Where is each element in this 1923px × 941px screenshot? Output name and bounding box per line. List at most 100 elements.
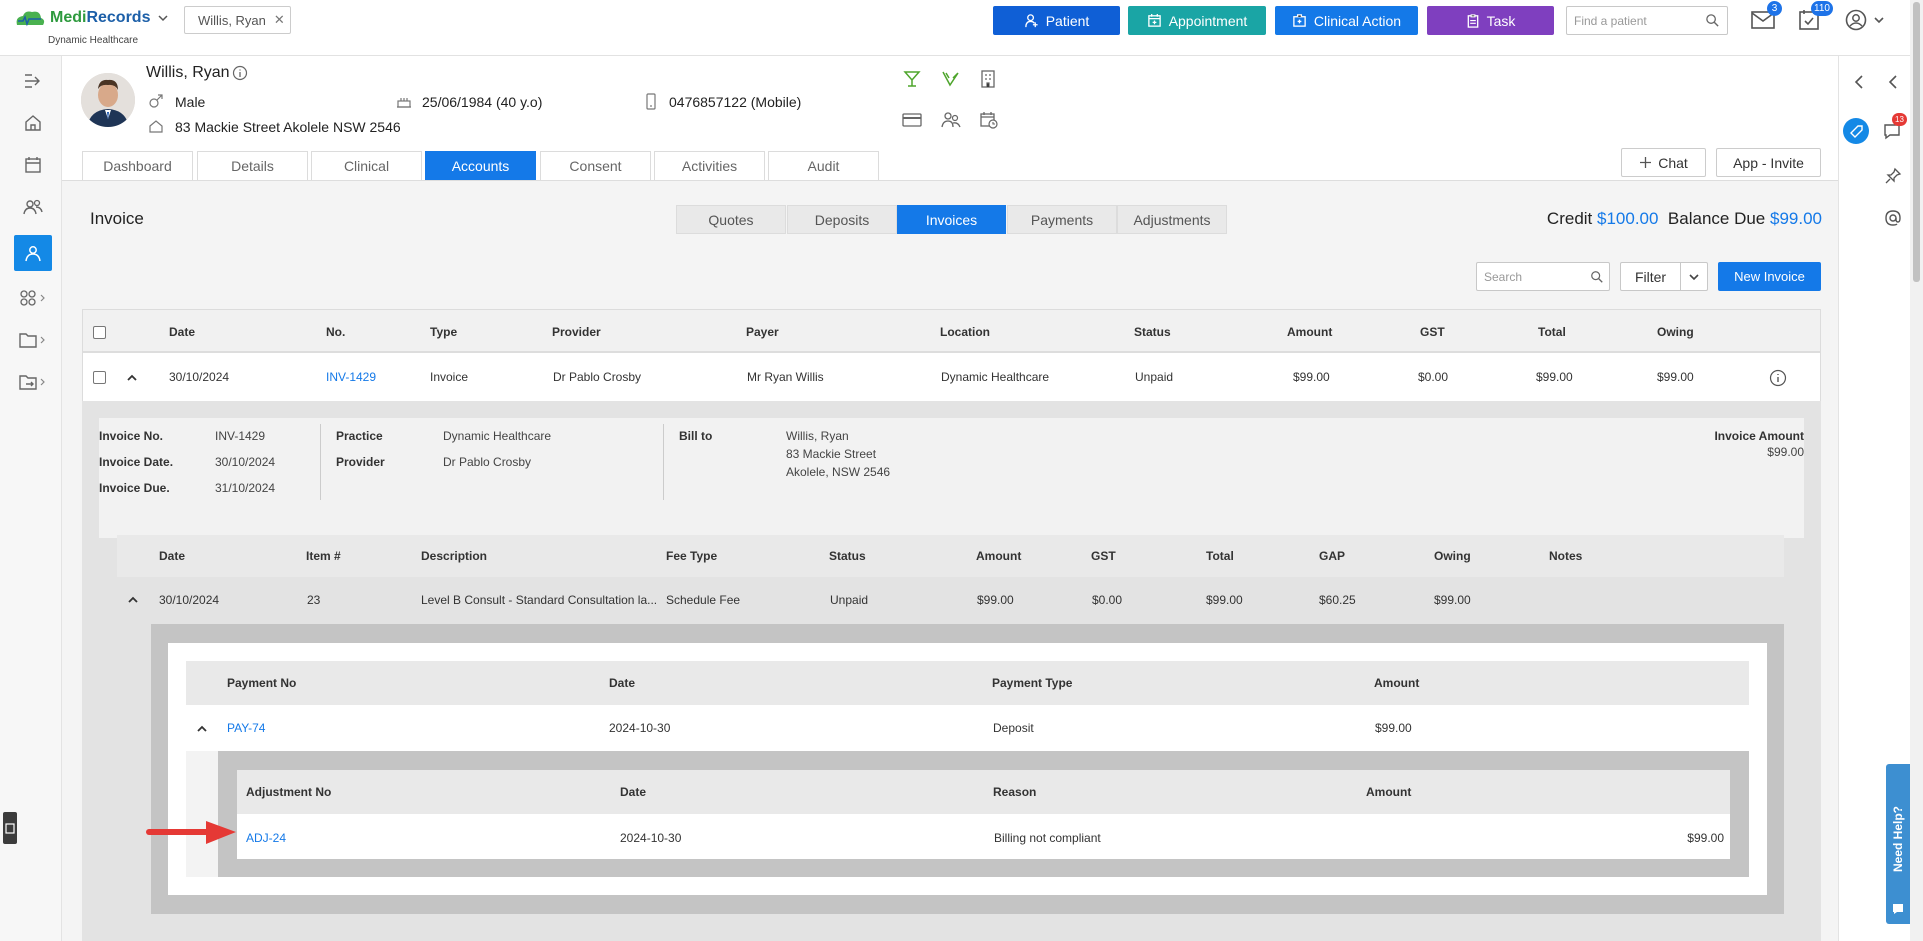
scrollbar-thumb[interactable] [1913,2,1920,282]
app-invite-button[interactable]: App - Invite [1716,148,1821,177]
cocktail-icon[interactable] [903,70,921,88]
filter-button[interactable]: Filter [1621,263,1681,290]
col-date: Date [169,325,196,339]
practice-value: Dynamic Healthcare [443,429,552,443]
new-patient-button[interactable]: Patient [993,6,1120,35]
table-row[interactable]: ADJ-24 2024-10-30 Billing not compliant … [237,814,1730,859]
person-icon [25,246,41,262]
vaccine-icon[interactable] [941,70,961,88]
item-amount: $99.00 [977,593,1014,607]
tag-icon [1850,125,1863,138]
pin-icon[interactable] [1884,167,1902,185]
calendar-clock-icon[interactable] [980,111,998,129]
payment-type: Deposit [993,721,1034,735]
subtab-adjustments[interactable]: Adjustments [1117,205,1227,234]
home-icon [149,120,163,133]
new-invoice-button[interactable]: New Invoice [1718,262,1821,291]
payments-col-amount: Amount [1374,676,1420,690]
items-col-description: Description [421,549,488,563]
invoice-number-link[interactable]: INV-1429 [326,370,376,384]
invoice-search-input[interactable]: Search [1476,262,1610,291]
col-amount: Amount [1287,325,1333,339]
tasks-badge: 110 [1811,1,1833,16]
page-scrollbar[interactable] [1910,0,1923,941]
tab-audit[interactable]: Audit [768,151,879,180]
nav-calendar[interactable] [14,147,52,183]
filter-dropdown[interactable]: Filter [1620,262,1708,291]
open-patient-tab[interactable]: Willis, Ryan ✕ [184,6,291,34]
chevron-up-icon[interactable] [126,372,138,384]
tab-consent[interactable]: Consent [540,151,651,180]
credit-card-icon[interactable] [902,112,922,128]
invoice-type: Invoice [430,370,469,384]
patient-dob: 25/06/1984 (40 y.o) [422,94,543,110]
messages-button[interactable]: 3 [1751,1,1782,30]
subtab-deposits[interactable]: Deposits [787,205,897,234]
invoice-date-value: 30/10/2024 [215,455,276,469]
building-icon[interactable] [980,70,996,88]
patient-phone: 0476857122 (Mobile) [669,94,802,110]
search-icon[interactable] [1705,13,1720,28]
chevron-down-icon[interactable] [156,11,170,25]
chevron-left-icon[interactable] [1886,74,1900,90]
nav-folder-export[interactable] [14,364,52,400]
adjustment-number-link[interactable]: ADJ-24 [246,831,286,845]
divider [320,424,321,500]
tab-dashboard[interactable]: Dashboard [82,151,193,180]
app-logo[interactable]: MediRecords [14,9,170,27]
patient-name: Willis, Ryan [146,64,230,81]
need-help-button[interactable]: Need Help? [1886,764,1910,924]
contacts-icon[interactable] [941,111,961,129]
payment-number-link[interactable]: PAY-74 [227,721,265,735]
provider-value: Dr Pablo Crosby [443,455,532,469]
chevron-up-icon[interactable] [196,723,208,735]
divider [663,424,664,500]
table-row[interactable]: 30/10/2024 23 Level B Consult - Standard… [117,577,1784,623]
bill-to-label: Bill to [679,429,713,443]
info-icon[interactable] [232,65,248,81]
medical-kit-icon [1293,14,1306,27]
quick-note-button[interactable] [1843,118,1869,144]
nav-home[interactable] [14,105,52,141]
close-icon[interactable]: ✕ [274,12,285,28]
plus-icon [1640,157,1652,168]
item-number: 23 [307,593,321,607]
nav-expand[interactable] [14,63,52,99]
nav-patients-group[interactable] [14,189,52,225]
tab-activities[interactable]: Activities [654,151,765,180]
side-drawer-handle[interactable] [3,812,17,844]
item-gap: $60.25 [1319,593,1356,607]
filter-toggle[interactable] [1681,263,1707,290]
subtab-invoices[interactable]: Invoices [897,205,1006,234]
nav-apps[interactable] [14,280,52,316]
tab-clinical[interactable]: Clinical [311,151,422,180]
info-icon[interactable] [1769,369,1787,387]
select-all-checkbox[interactable] [93,326,106,339]
chevron-left-icon[interactable] [1852,74,1866,90]
new-task-label: Task [1486,12,1516,29]
new-appointment-button[interactable]: Appointment [1128,6,1266,35]
bill-to-street: 83 Mackie Street [786,447,877,461]
subtab-quotes[interactable]: Quotes [676,205,786,234]
tasks-button[interactable]: 110 [1798,1,1833,31]
patient-avatar [81,73,135,127]
user-menu[interactable] [1845,9,1885,31]
tab-details[interactable]: Details [197,151,308,180]
chevron-up-icon[interactable] [127,594,139,606]
subtab-payments[interactable]: Payments [1007,205,1117,234]
clinical-action-button[interactable]: Clinical Action [1275,6,1418,35]
nav-folders[interactable] [14,322,52,358]
search-icon[interactable] [1590,270,1604,284]
chat-button[interactable]: Chat [1621,148,1706,177]
app-invite-label: App - Invite [1733,154,1804,171]
new-task-button[interactable]: Task [1427,6,1554,35]
row-checkbox[interactable] [93,371,106,384]
nav-patient[interactable] [14,235,52,271]
tab-accounts[interactable]: Accounts [425,151,536,180]
table-row[interactable]: PAY-74 2024-10-30 Deposit $99.00 [186,705,1749,751]
chat-messages-button[interactable]: 13 [1883,113,1907,140]
patient-gender: Male [175,94,206,110]
find-patient-input[interactable]: Find a patient [1566,6,1728,35]
at-sign-icon[interactable] [1884,209,1902,227]
table-row[interactable]: 30/10/2024 INV-1429 Invoice Dr Pablo Cro… [83,355,1820,401]
